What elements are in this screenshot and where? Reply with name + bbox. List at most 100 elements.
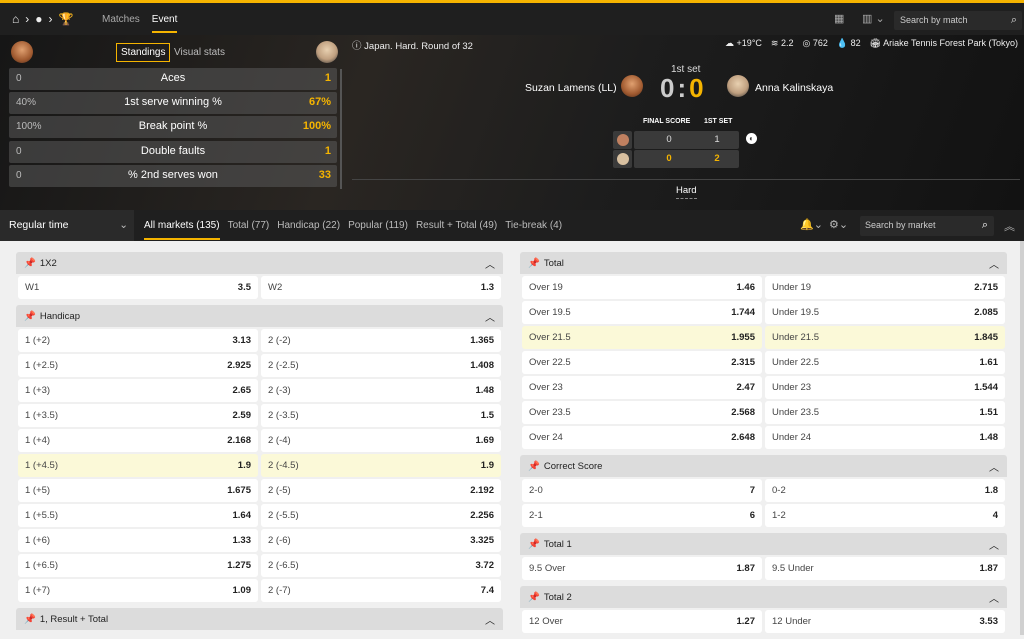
odds-button[interactable]: 1 (+3) 2.65 [18, 379, 258, 402]
page-scrollbar[interactable] [1020, 241, 1024, 635]
pin-icon[interactable]: 📌 [528, 539, 540, 550]
tennis-ball-icon[interactable]: ● [35, 12, 42, 26]
odds-button[interactable]: Over 21.5 1.955 [522, 326, 762, 349]
odds-button[interactable]: Over 19.5 1.744 [522, 301, 762, 324]
tab-all-markets[interactable]: All markets (135) [144, 220, 220, 240]
odds-button[interactable]: 12 Under 3.53 [765, 610, 1005, 633]
odds-button[interactable]: 9.5 Over 1.87 [522, 557, 762, 580]
odds-button[interactable]: 1-2 4 [765, 504, 1005, 527]
odds-button[interactable]: Over 23.5 2.568 [522, 401, 762, 424]
market-header[interactable]: 📌 1, Result + Total ︿ [16, 608, 503, 630]
pin-icon[interactable]: 📌 [24, 311, 36, 322]
tab-matches[interactable]: Matches [102, 14, 140, 33]
odds-button[interactable]: 2 (-4.5) 1.9 [261, 454, 501, 477]
tab-popular[interactable]: Popular (119) [348, 220, 408, 240]
odds-button[interactable]: Over 24 2.648 [522, 426, 762, 449]
odds-button[interactable]: 2 (-3.5) 1.5 [261, 404, 501, 427]
tab-result-total[interactable]: Result + Total (49) [416, 220, 497, 240]
period-select[interactable]: Regular time ⌄ [0, 210, 134, 241]
odds-button[interactable]: 2 (-6) 3.325 [261, 529, 501, 552]
odds-button[interactable]: Under 22.5 1.61 [765, 351, 1005, 374]
chevron-up-icon[interactable]: ︿ [989, 459, 999, 474]
odds-button[interactable]: 2 (-4) 1.69 [261, 429, 501, 452]
stats-chart-icon[interactable]: ▥ ⌄ [862, 12, 885, 25]
tab-total[interactable]: Total (77) [228, 220, 270, 240]
odds-button[interactable]: 9.5 Under 1.87 [765, 557, 1005, 580]
scoreboard-icon[interactable]: ▦ [834, 12, 844, 25]
market-group: 📌 1X2 ︿ W1 3.5 W2 1.3 [16, 252, 503, 299]
odds-button[interactable]: 2 (-2) 1.365 [261, 329, 501, 352]
odds-button[interactable]: Under 24 1.48 [765, 426, 1005, 449]
pin-icon[interactable]: 📌 [528, 592, 540, 603]
tab-tie-break[interactable]: Tie-break (4) [505, 220, 562, 240]
odds-button[interactable]: 2 (-3) 1.48 [261, 379, 501, 402]
odds-button[interactable]: Under 19.5 2.085 [765, 301, 1005, 324]
chevron-up-icon[interactable]: ︿ [485, 309, 495, 324]
odds-button[interactable]: Under 19 2.715 [765, 276, 1005, 299]
market-row: W1 3.5 W2 1.3 [16, 274, 503, 299]
search-icon[interactable]: ⌕ [1011, 14, 1017, 27]
odds-button[interactable]: Over 23 2.47 [522, 376, 762, 399]
odds-button[interactable]: 1 (+4) 2.168 [18, 429, 258, 452]
odds-button[interactable]: Under 23.5 1.51 [765, 401, 1005, 424]
odds-button[interactable]: 0-2 1.8 [765, 479, 1005, 502]
odds-button[interactable]: 2-1 6 [522, 504, 762, 527]
market-header[interactable]: 📌 Total 1 ︿ [520, 533, 1007, 555]
info-icon[interactable]: ⓘ [352, 41, 362, 52]
trophy-icon[interactable]: 🏆 [59, 12, 74, 26]
odds-button[interactable]: 1 (+3.5) 2.59 [18, 404, 258, 427]
stats-scrollbar[interactable] [340, 69, 342, 189]
venue: 🏟 Ariake Tennis Forest Park (Tokyo) [869, 38, 1018, 48]
odds-button[interactable]: 1 (+2.5) 2.925 [18, 354, 258, 377]
odds-button[interactable]: 1 (+5) 1.675 [18, 479, 258, 502]
surface-label[interactable]: Hard [676, 185, 697, 199]
odds-button[interactable]: 2 (-5) 2.192 [261, 479, 501, 502]
odds-button[interactable]: Over 19 1.46 [522, 276, 762, 299]
outcome-label: 2 (-5.5) [268, 510, 299, 521]
odds-button[interactable]: Under 23 1.544 [765, 376, 1005, 399]
home-icon[interactable]: ⌂ [12, 12, 19, 26]
market-header[interactable]: 📌 Total 2 ︿ [520, 586, 1007, 608]
tab-handicap[interactable]: Handicap (22) [277, 220, 340, 240]
market-header[interactable]: 📌 1X2 ︿ [16, 252, 503, 274]
odds-button[interactable]: 1 (+6) 1.33 [18, 529, 258, 552]
pin-icon[interactable]: 📌 [24, 258, 36, 269]
search-icon[interactable]: ⌕ [982, 219, 988, 232]
odds-button[interactable]: 2 (-7) 7.4 [261, 579, 501, 602]
chevron-up-icon[interactable]: ︿ [989, 590, 999, 605]
odds-button[interactable]: Over 22.5 2.315 [522, 351, 762, 374]
odds-button[interactable]: Under 21.5 1.845 [765, 326, 1005, 349]
odds-button[interactable]: 1 (+7) 1.09 [18, 579, 258, 602]
odds-button[interactable]: 1 (+2) 3.13 [18, 329, 258, 352]
odds-button[interactable]: 1 (+5.5) 1.64 [18, 504, 258, 527]
tab-standings[interactable]: Standings [116, 43, 171, 62]
match-search-input[interactable]: Search by match ⌕ [894, 11, 1022, 30]
market-search-input[interactable]: Search by market ⌕ [860, 216, 994, 236]
odds-value: 1.87 [979, 563, 999, 574]
chevron-up-icon[interactable]: ︿ [989, 537, 999, 552]
odds-button[interactable]: W2 1.3 [261, 276, 501, 299]
tab-visual-stats[interactable]: Visual stats [174, 47, 225, 58]
odds-button[interactable]: 2 (-6.5) 3.72 [261, 554, 501, 577]
pin-icon[interactable]: 📌 [24, 614, 36, 625]
market-header[interactable]: 📌 Correct Score ︿ [520, 455, 1007, 477]
odds-button[interactable]: 2 (-5.5) 2.256 [261, 504, 501, 527]
pin-icon[interactable]: 📌 [528, 258, 540, 269]
odds-button[interactable]: 12 Over 1.27 [522, 610, 762, 633]
gear-icon[interactable]: ⚙⌄ [829, 218, 848, 231]
market-header[interactable]: 📌 Handicap ︿ [16, 305, 503, 327]
weather-temp: ☁ +19°C [725, 38, 762, 48]
chevron-up-icon[interactable]: ︿ [485, 256, 495, 271]
odds-button[interactable]: 1 (+6.5) 1.275 [18, 554, 258, 577]
odds-button[interactable]: 2 (-2.5) 1.408 [261, 354, 501, 377]
chevron-up-icon[interactable]: ︿ [485, 612, 495, 627]
tab-event[interactable]: Event [151, 14, 178, 33]
market-header[interactable]: 📌 Total ︿ [520, 252, 1007, 274]
chevron-up-icon[interactable]: ︿ [989, 256, 999, 271]
odds-button[interactable]: 1 (+4.5) 1.9 [18, 454, 258, 477]
bell-icon[interactable]: 🔔⌄ [800, 218, 823, 231]
odds-button[interactable]: W1 3.5 [18, 276, 258, 299]
collapse-all-icon[interactable]: ︽ [1004, 218, 1015, 234]
pin-icon[interactable]: 📌 [528, 461, 540, 472]
odds-button[interactable]: 2-0 7 [522, 479, 762, 502]
